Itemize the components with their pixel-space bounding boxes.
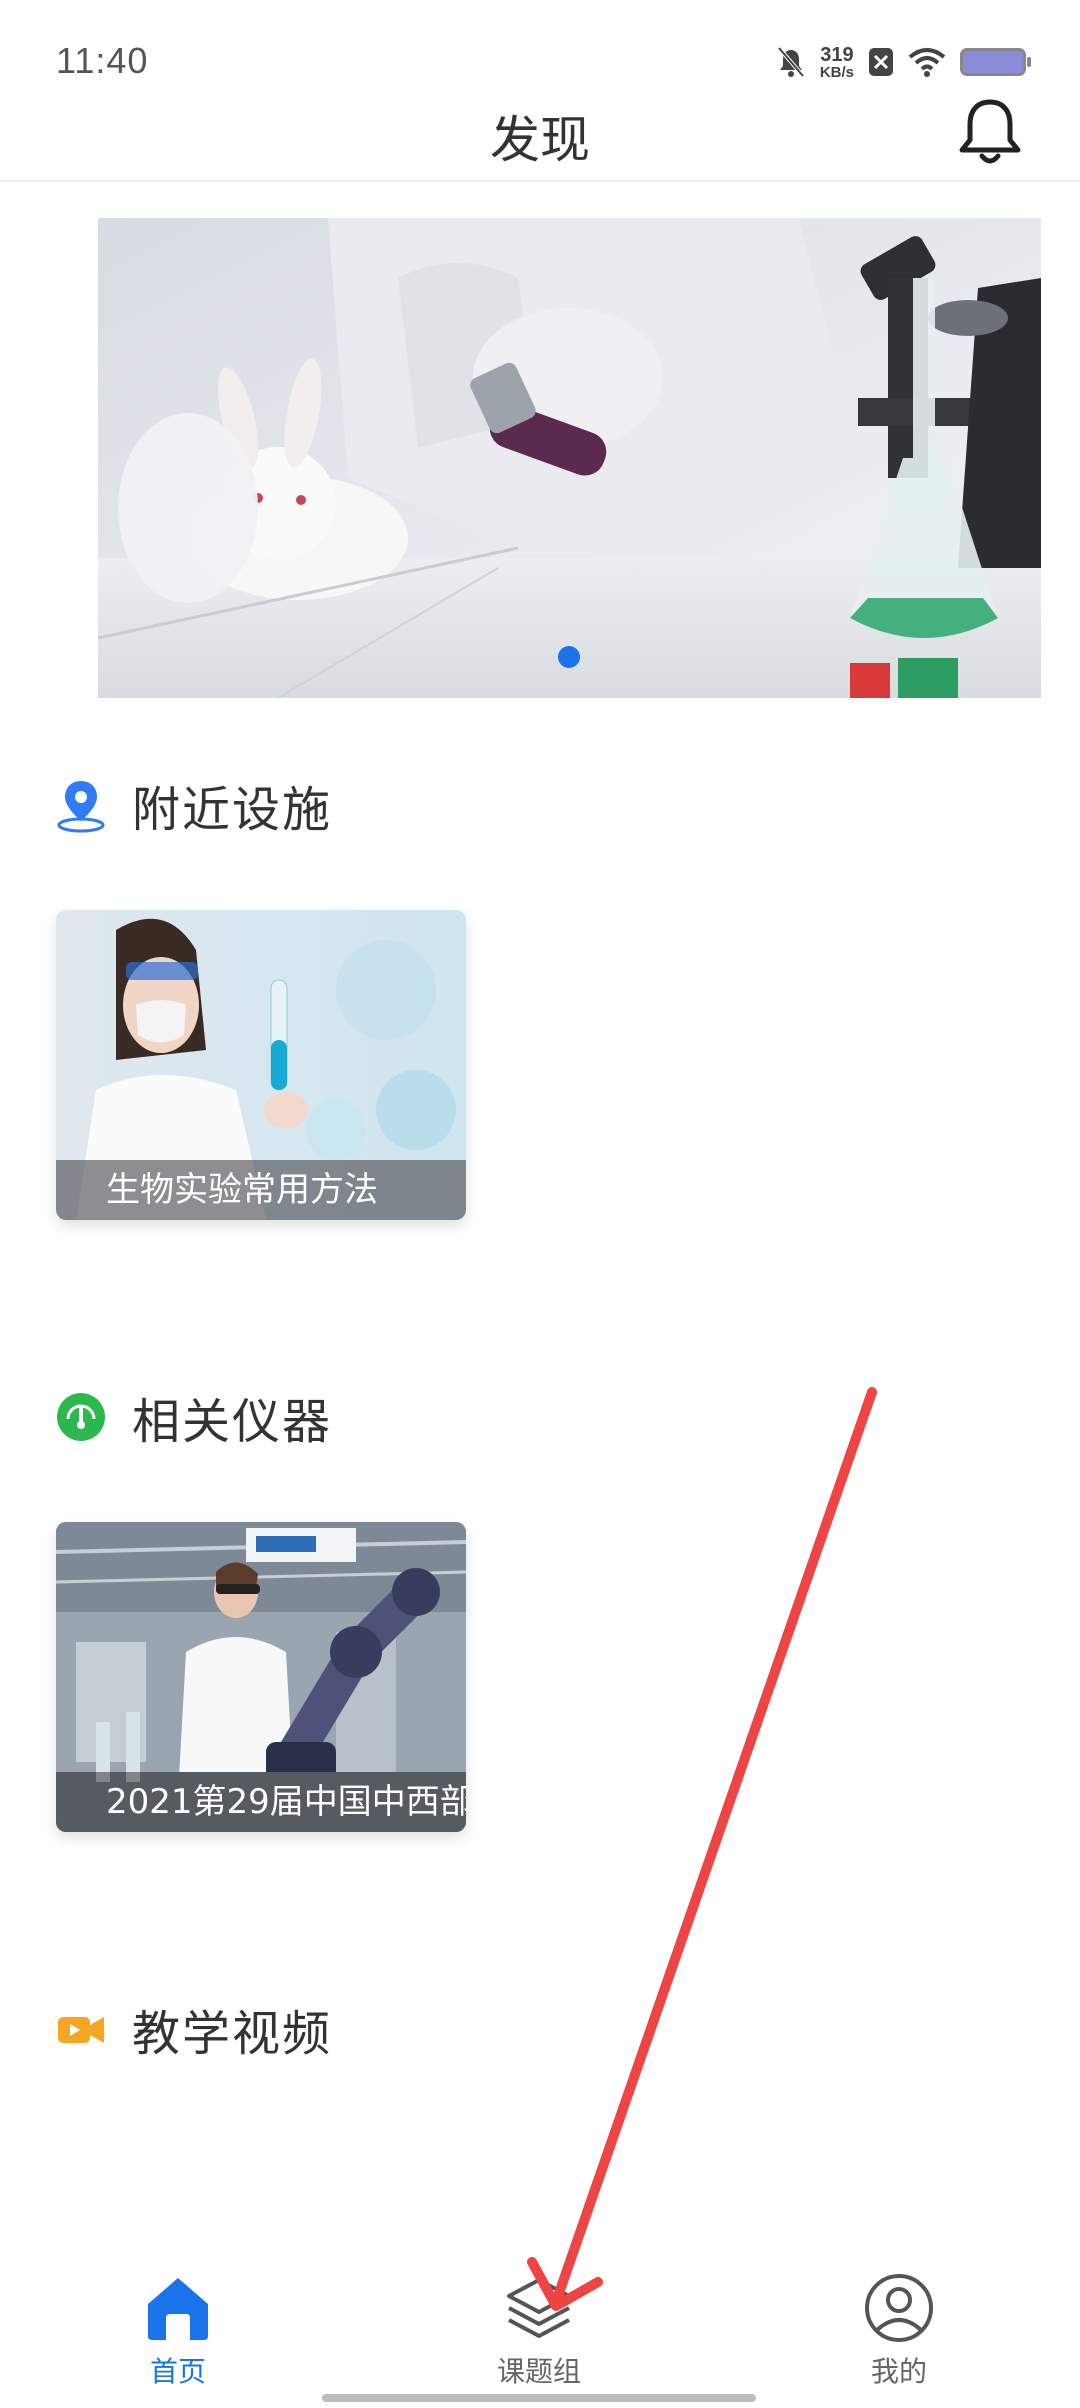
carousel-indicator-dot[interactable] [558,646,580,668]
nav-profile-label: 我的 [870,2355,927,2388]
gauge-icon [57,1393,105,1441]
home-icon [148,2278,208,2340]
top-header: 发现 [0,90,1080,182]
nav-home-label: 首页 [149,2355,206,2388]
home-indicator [322,2394,756,2402]
instrument-card[interactable]: 2021第29届中国中西部 [56,1522,466,1832]
section-videos-header: 教学视频 [56,1994,332,2064]
net-speed-value: 319 [820,43,854,66]
nav-home[interactable]: 首页 [78,2250,278,2390]
section-videos-title: 教学视频 [132,2006,333,2062]
nav-profile[interactable]: 我的 [799,2250,999,2390]
section-instruments-header: 相关仪器 [56,1382,332,1452]
facility-card-caption: 生物实验常用方法 [56,1160,466,1220]
bell-mute-icon [777,46,805,78]
battery-icon [960,48,1031,76]
page-title: 发现 [490,111,590,169]
layers-icon [507,2278,571,2338]
sim-blocked-icon [869,48,893,76]
notification-bell-icon[interactable] [952,94,1028,170]
facility-card[interactable]: 生物实验常用方法 [56,910,466,1220]
section-nearby-title: 附近设施 [132,782,333,838]
instrument-card-caption: 2021第29届中国中西部 [56,1772,466,1832]
status-time: 11:40 [56,40,149,81]
net-speed: 319 KB/s [820,45,854,80]
section-instruments-title: 相关仪器 [132,1394,333,1450]
net-speed-unit: KB/s [819,63,854,81]
bottom-navigation: 首页 课题组 我的 [0,2250,1080,2408]
location-pin-icon [57,781,105,833]
nav-research-group[interactable]: 课题组 [439,2250,639,2390]
banner-carousel[interactable] [98,218,1041,698]
user-circle-icon [865,2274,933,2342]
banner-image [98,218,1041,698]
video-camera-icon [58,2017,104,2043]
section-nearby-header: 附近设施 [56,770,332,840]
nav-research-group-label: 课题组 [496,2355,581,2388]
wifi-icon [908,48,946,77]
status-icons: 319 KB/s [776,42,1031,82]
